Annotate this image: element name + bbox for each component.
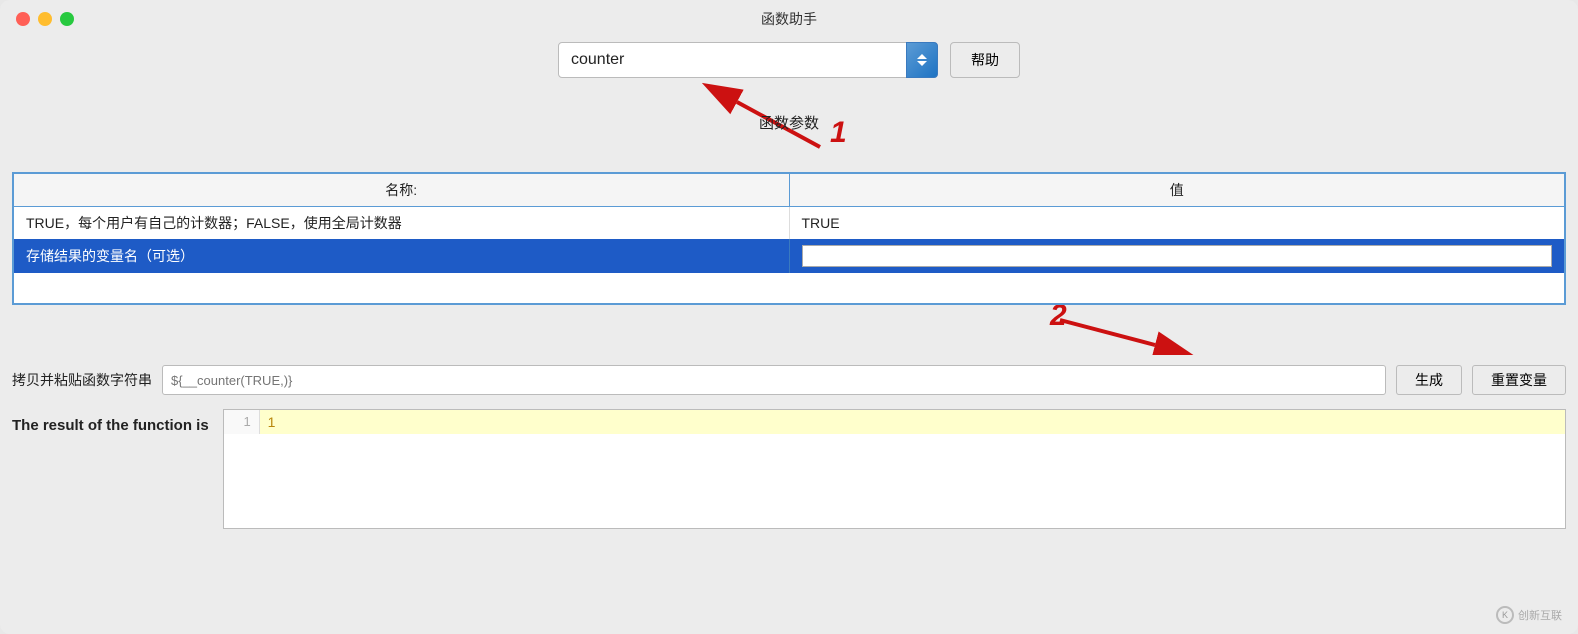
minimize-button[interactable] bbox=[38, 12, 52, 26]
watermark-text: 创新互联 bbox=[1518, 607, 1562, 623]
col-name-header: 名称: bbox=[14, 174, 789, 207]
copy-paste-input[interactable] bbox=[162, 365, 1386, 395]
main-window: 函数助手 帮助 1 函数参数 bbox=[0, 0, 1578, 634]
maximize-button[interactable] bbox=[60, 12, 74, 26]
copy-paste-row: 拷贝并粘贴函数字符串 生成 重置变量 bbox=[12, 365, 1566, 395]
top-controls: 帮助 bbox=[0, 34, 1578, 82]
result-label: The result of the function is bbox=[12, 409, 209, 434]
copy-paste-label: 拷贝并粘贴函数字符串 bbox=[12, 370, 152, 390]
spinner-up-icon bbox=[917, 54, 927, 59]
search-container bbox=[558, 42, 938, 78]
watermark-icon: K bbox=[1496, 606, 1514, 624]
col-value-header: 值 bbox=[789, 174, 1564, 207]
param-value-field[interactable] bbox=[802, 245, 1553, 267]
func-params-label: 函数参数 bbox=[759, 112, 819, 133]
window-title: 函数助手 bbox=[761, 9, 817, 29]
result-editor: 1 1 bbox=[223, 409, 1566, 529]
table-row bbox=[14, 273, 1564, 303]
title-bar: 函数助手 bbox=[0, 0, 1578, 34]
param-value-cell: TRUE bbox=[789, 207, 1564, 240]
result-line: 1 1 bbox=[224, 410, 1565, 434]
help-button[interactable]: 帮助 bbox=[950, 42, 1020, 78]
close-button[interactable] bbox=[16, 12, 30, 26]
result-section: The result of the function is 1 1 bbox=[0, 401, 1578, 634]
bottom-section: 拷贝并粘贴函数字符串 生成 重置变量 bbox=[0, 355, 1578, 401]
table-row[interactable]: 存储结果的变量名（可选） bbox=[14, 239, 1564, 273]
param-name-cell: TRUE，每个用户有自己的计数器；FALSE，使用全局计数器 bbox=[14, 207, 789, 240]
svg-text:1: 1 bbox=[830, 116, 847, 149]
spinner-button[interactable] bbox=[906, 42, 938, 78]
params-table: 名称: 值 TRUE，每个用户有自己的计数器；FALSE，使用全局计数器 TRU… bbox=[14, 174, 1564, 303]
annotation-2-svg: 2 bbox=[0, 305, 1578, 355]
window-controls bbox=[16, 12, 74, 26]
params-table-wrapper: 名称: 值 TRUE，每个用户有自己的计数器；FALSE，使用全局计数器 TRU… bbox=[12, 172, 1566, 305]
line-content: 1 bbox=[260, 410, 1565, 434]
line-number: 1 bbox=[224, 410, 260, 434]
param-value-input-cell[interactable] bbox=[789, 239, 1564, 273]
param-name-cell-selected: 存储结果的变量名（可选） bbox=[14, 239, 789, 273]
spinner-down-icon bbox=[917, 61, 927, 66]
function-search-input[interactable] bbox=[558, 42, 938, 78]
table-row[interactable]: TRUE，每个用户有自己的计数器；FALSE，使用全局计数器 TRUE bbox=[14, 207, 1564, 240]
empty-name-cell bbox=[14, 273, 789, 303]
svg-text:2: 2 bbox=[1049, 305, 1067, 332]
generate-button[interactable]: 生成 bbox=[1396, 365, 1462, 395]
watermark: K 创新互联 bbox=[1496, 606, 1562, 624]
reset-button[interactable]: 重置变量 bbox=[1472, 365, 1566, 395]
empty-value-cell bbox=[789, 273, 1564, 303]
